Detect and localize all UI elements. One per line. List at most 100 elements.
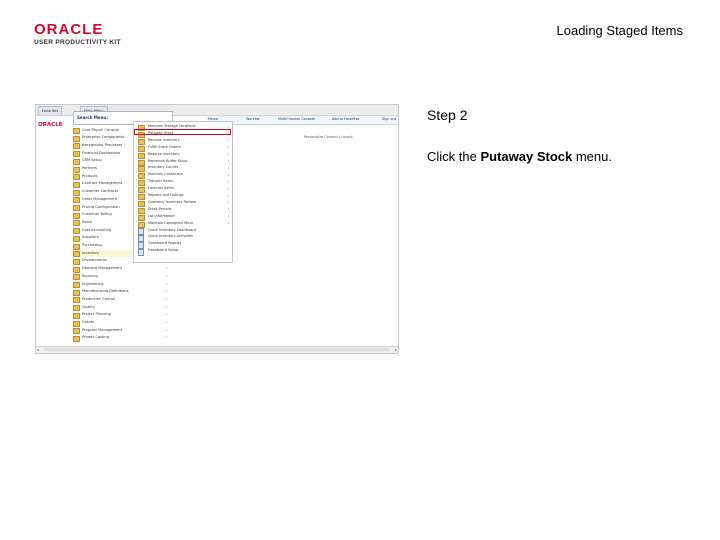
- nav-item-label: Engineering: [82, 281, 104, 286]
- flyout-item-label: Inventory Counts: [148, 165, 179, 170]
- flyout-item-label: Quarterly Inventory Review: [148, 199, 196, 204]
- nav-item-label: Quality: [82, 304, 95, 309]
- nav-item[interactable]: Manufacturing Definitions ›: [71, 289, 170, 296]
- flyout-menu-item[interactable]: Reports and Listings ›: [134, 193, 232, 200]
- chevron-right-icon: ›: [227, 186, 229, 191]
- nav-item-label: Enterprise Components: [82, 135, 125, 140]
- folder-icon: [73, 274, 80, 281]
- flyout-menu-item[interactable]: Receive Inventory ›: [134, 138, 232, 145]
- nav-item[interactable]: Project Costing ›: [71, 335, 170, 342]
- nav-item[interactable]: Project Planning ›: [71, 312, 170, 319]
- nav-item[interactable]: Engineering ›: [71, 281, 170, 288]
- flyout-item-label: Reports and Listings: [148, 193, 184, 197]
- chevron-right-icon: ›: [227, 214, 229, 219]
- flyout-menu-item[interactable]: Replenish Buffer Stock ›: [134, 159, 232, 166]
- chevron-right-icon: ›: [227, 152, 229, 157]
- flyout-item-label: Maintain Storage Locations: [148, 124, 196, 128]
- scroll-right-icon[interactable]: ▸: [395, 347, 397, 352]
- flyout-menu-item[interactable]: Dashboard Setup: [134, 248, 232, 256]
- nav-item-label: Manufacturing Definitions: [82, 289, 129, 294]
- chevron-right-icon: ›: [227, 221, 229, 226]
- oracle-upk-logo: ORACLE USER PRODUCTIVITY KIT: [34, 22, 124, 48]
- flyout-item-label: Dashboard Pagelet: [148, 241, 182, 246]
- flyout-menu-item[interactable]: Lot Information ›: [134, 214, 232, 221]
- nav-item-label: Contract Management: [82, 181, 123, 186]
- tab-favorites[interactable]: Favorites: [38, 106, 63, 115]
- nav-item-label: Financial Dashboards: [82, 150, 121, 155]
- nav-item-label: Environments: [82, 258, 107, 263]
- nav-item-label: Suppliers: [82, 235, 99, 240]
- folder-icon: [73, 128, 80, 134]
- flyout-menu-item[interactable]: Inventory Counts ›: [134, 165, 232, 173]
- flyout-menu-item[interactable]: Quick Inventory Dashboard: [134, 228, 232, 235]
- flyout-menu-item[interactable]: Quarterly Inventory Review ›: [134, 200, 232, 207]
- scrollbar-thumb[interactable]: [44, 348, 389, 351]
- flyout-menu-item[interactable]: Maintain Containers ›: [134, 172, 232, 180]
- nav-item-label: Inventory: [82, 250, 100, 255]
- nav-item-label: Order Management: [82, 196, 118, 201]
- page-icon: [138, 248, 144, 256]
- folder-icon: [73, 166, 80, 173]
- nav-item-label: Demand Management: [82, 266, 123, 271]
- step-number: Step 2: [427, 107, 468, 123]
- upk-logo-subtitle: USER PRODUCTIVITY KIT: [34, 39, 121, 46]
- chevron-right-icon: ›: [227, 179, 229, 184]
- flyout-menu-item[interactable]: Dashboard Pagelet: [134, 241, 232, 249]
- nav-item-label: Grants: [82, 320, 95, 324]
- chevron-right-icon: ›: [165, 281, 167, 286]
- flyout-item-label: Forecast Items: [148, 186, 174, 191]
- chevron-right-icon: ›: [227, 138, 229, 143]
- toolbar-sign-out-link[interactable]: Sign out: [382, 117, 396, 121]
- chevron-right-icon: ›: [227, 159, 229, 163]
- folder-icon: [73, 335, 80, 342]
- flyout-item-label: Fulfill Stock Orders: [148, 144, 181, 149]
- nav-item-label: Production Control: [82, 296, 116, 301]
- toolbar-multichannel-link[interactable]: MultiChannel Console: [278, 117, 315, 121]
- search-menu-label: Search Menu:: [77, 115, 108, 120]
- folder-icon: [73, 174, 80, 181]
- folder-icon: [73, 320, 80, 327]
- folder-icon: [73, 282, 80, 288]
- folder-icon: [73, 197, 80, 204]
- nav-item[interactable]: Quality ›: [71, 304, 170, 312]
- flyout-menu-item[interactable]: Stock Periods ›: [134, 207, 232, 214]
- nav-item[interactable]: Program Management ›: [71, 327, 170, 335]
- nav-item[interactable]: Production Control ›: [71, 296, 170, 304]
- chevron-right-icon: ›: [227, 193, 229, 198]
- application-screenshot: Favorites Main Menu ORACLE Home Worklist…: [35, 104, 399, 354]
- flyout-item-label: Quick Inventory Dashboard: [148, 227, 196, 232]
- folder-icon: [73, 289, 80, 296]
- nav-item-label: Background Processes: [82, 142, 123, 147]
- flyout-menu-item[interactable]: Forecast Items ›: [134, 186, 232, 194]
- personalize-link[interactable]: Personalize Content | Layout: [304, 135, 353, 139]
- flyout-item-label: Maintain Consigned Stock: [148, 220, 194, 225]
- chevron-right-icon: ›: [165, 312, 167, 317]
- instruction-prefix: Click the: [427, 149, 481, 164]
- flyout-item-label: Maintain Containers: [148, 172, 184, 177]
- nav-item-label: Core Payroll Console: [82, 127, 119, 132]
- flyout-item-label: Receive Inventory: [148, 137, 180, 142]
- flyout-menu-item[interactable]: Transfer Items ›: [134, 179, 232, 187]
- oracle-mini-logo: ORACLE: [38, 122, 63, 128]
- folder-icon: [73, 220, 80, 227]
- folder-icon: [73, 228, 80, 235]
- folder-icon: [73, 205, 80, 211]
- nav-item[interactable]: Demand Management ›: [71, 266, 170, 273]
- instruction-suffix: menu.: [572, 149, 612, 164]
- flyout-menu-item[interactable]: Quick Inventory Activities: [134, 234, 232, 242]
- toolbar-add-favorites-link[interactable]: Add to Favorites: [332, 117, 359, 121]
- toolbar-worklist-link[interactable]: Worklist: [246, 117, 260, 121]
- nav-item[interactable]: Grants ›: [71, 320, 170, 327]
- folder-icon: [73, 181, 80, 188]
- horizontal-scrollbar[interactable]: ◂ ▸: [36, 346, 398, 353]
- scroll-left-icon[interactable]: ◂: [37, 347, 39, 352]
- flyout-menu-item[interactable]: Maintain Consigned Stock ›: [134, 221, 232, 228]
- flyout-menu-item[interactable]: Fulfill Stock Orders ›: [134, 145, 232, 152]
- chevron-right-icon: ›: [227, 124, 229, 129]
- oracle-logo-text: ORACLE: [34, 21, 104, 38]
- chevron-right-icon: ›: [227, 145, 229, 150]
- flyout-menu-item[interactable]: Reserve Inventory ›: [134, 152, 232, 159]
- nav-item-label: Project Costing: [82, 335, 109, 340]
- folder-icon: [73, 297, 80, 304]
- nav-item[interactable]: Sourcing ›: [71, 273, 170, 281]
